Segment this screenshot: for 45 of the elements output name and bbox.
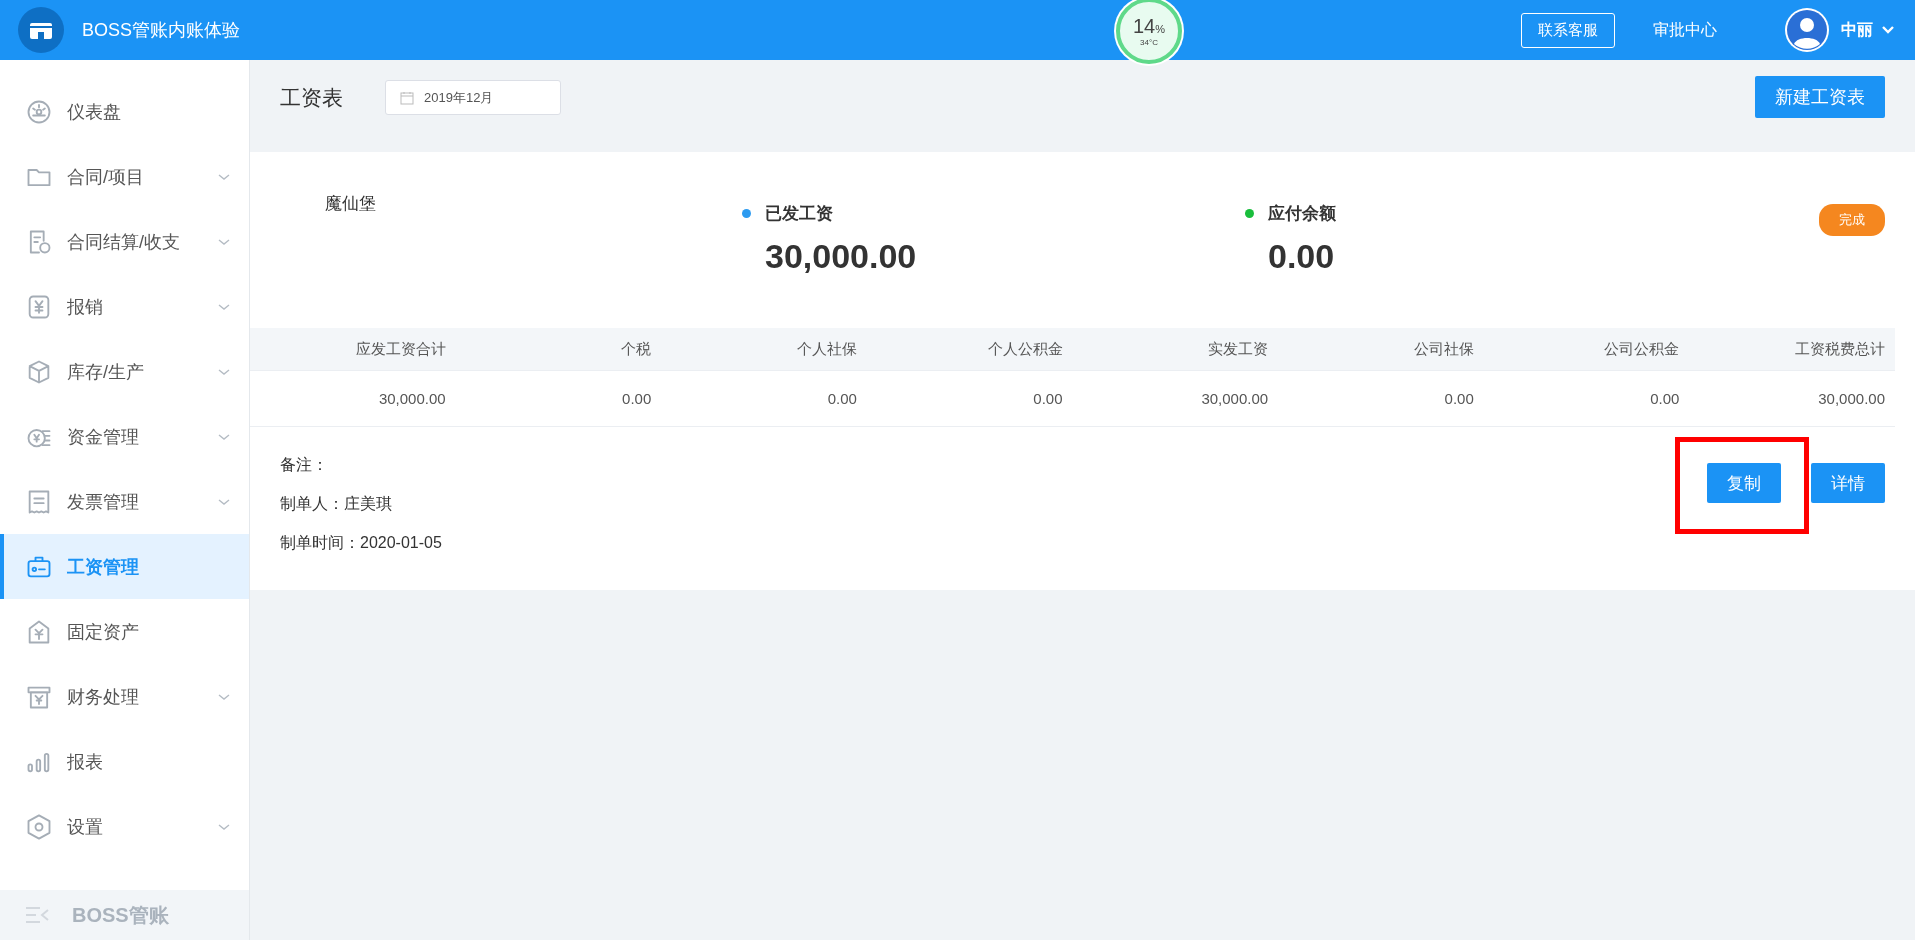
column-header: 工资税费总计 <box>1689 328 1895 370</box>
settings-icon <box>25 812 53 841</box>
table-cell: 0.00 <box>661 370 867 426</box>
brand-footer: BOSS管账 <box>72 901 169 929</box>
sidebar-item[interactable]: 报表 <box>0 729 249 794</box>
calendar-icon <box>400 90 414 105</box>
status-badge: 完成 <box>1819 204 1885 236</box>
sidebar-item[interactable]: 设置 <box>0 794 249 859</box>
month-picker[interactable]: 2019年12月 <box>385 80 561 115</box>
sidebar-item[interactable]: 固定资产 <box>0 599 249 664</box>
company-name: 魔仙堡 <box>325 193 377 215</box>
column-header: 个人社保 <box>661 328 867 370</box>
column-header: 实发工资 <box>1072 328 1279 370</box>
table-cell: 30,000.00 <box>1072 370 1279 426</box>
sidebar-item[interactable]: 发票管理 <box>0 469 249 534</box>
sidebar-item[interactable]: 库存/生产 <box>0 339 249 404</box>
stat-value: 0.00 <box>1268 237 1336 276</box>
sidebar-item[interactable]: 报销 <box>0 274 249 339</box>
table-cell: 30,000.00 <box>250 370 456 426</box>
sidebar-item[interactable]: 资金管理 <box>0 404 249 469</box>
app-title: BOSS管账内账体验 <box>82 19 241 42</box>
sidebar-item[interactable]: 合同/项目 <box>0 144 249 209</box>
stat-label: 已发工资 <box>765 203 833 225</box>
column-header: 个税 <box>455 328 662 370</box>
column-header: 公司公积金 <box>1483 328 1690 370</box>
note-line: 备注： <box>280 455 329 475</box>
table-cell: 30,000.00 <box>1689 370 1895 426</box>
stat-label: 应付余额 <box>1268 203 1336 225</box>
table-cell: 0.00 <box>1278 370 1484 426</box>
sidebar-item[interactable]: 仪表盘 <box>0 79 249 144</box>
stat-value: 30,000.00 <box>765 237 918 276</box>
column-header: 公司社保 <box>1278 328 1484 370</box>
note-line: 制单人：庄美琪 <box>280 494 393 514</box>
note-line: 制单时间：2020-01-05 <box>280 533 442 553</box>
sidebar-item[interactable]: 合同结算/收支 <box>0 209 249 274</box>
avatar-icon[interactable] <box>1785 8 1829 52</box>
column-header: 个人公积金 <box>866 328 1073 370</box>
logo-icon <box>18 7 64 53</box>
usage-gauge: 14% 34°C <box>1116 0 1182 64</box>
page-title: 工资表 <box>280 85 343 111</box>
sidebar-item[interactable]: 财务处理 <box>0 664 249 729</box>
table-cell: 0.00 <box>455 370 662 426</box>
column-header: 应发工资合计 <box>250 328 456 370</box>
table-cell: 0.00 <box>1483 370 1690 426</box>
table-cell: 0.00 <box>866 370 1073 426</box>
